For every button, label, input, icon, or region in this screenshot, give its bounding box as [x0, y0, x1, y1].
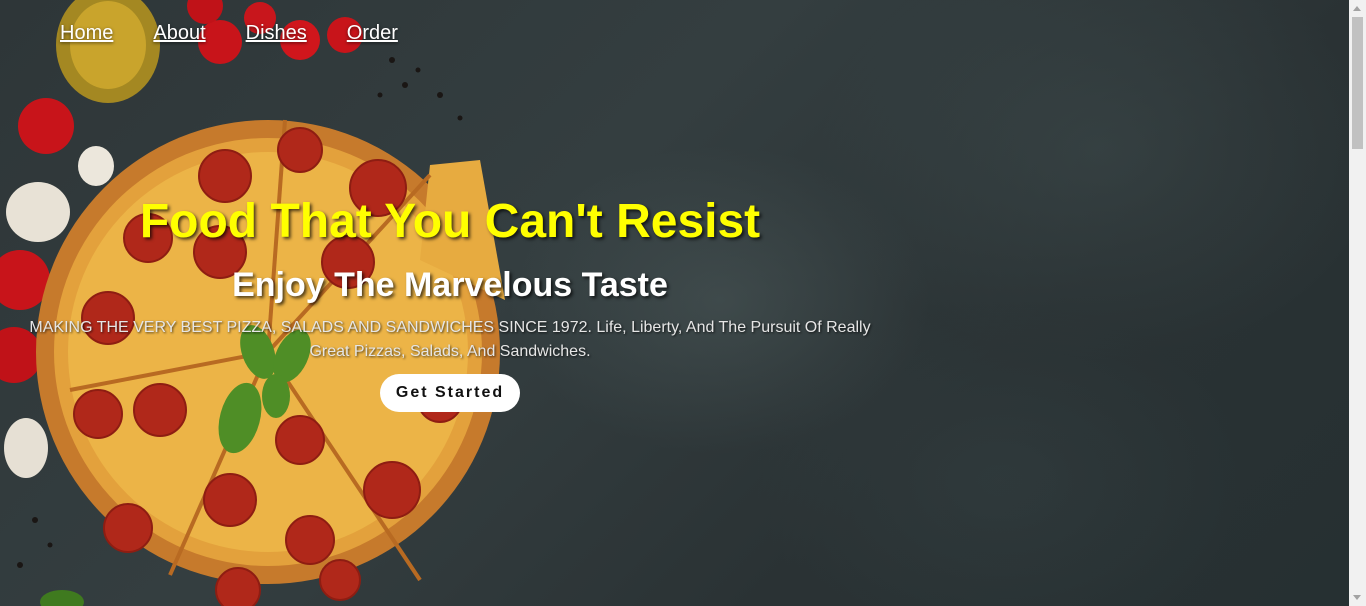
scroll-up-arrow-icon[interactable] — [1353, 6, 1361, 11]
scrollbar-thumb[interactable] — [1352, 17, 1363, 149]
page: Home About Dishes Order Food That You Ca… — [0, 0, 1366, 606]
nav-link-about[interactable]: About — [153, 22, 205, 45]
nav-link-order[interactable]: Order — [347, 22, 398, 45]
nav-link-dishes[interactable]: Dishes — [246, 22, 307, 45]
hero-headline: Food That You Can't Resist — [139, 195, 761, 248]
hero-section: Food That You Can't Resist Enjoy The Mar… — [0, 192, 900, 412]
nav-link-home[interactable]: Home — [60, 22, 113, 45]
main-nav: Home About Dishes Order — [60, 22, 398, 45]
get-started-button[interactable]: Get Started — [379, 374, 521, 412]
hero-subheadline: Enjoy The Marvelous Taste — [232, 266, 668, 304]
hero-tagline: MAKING THE VERY BEST PIZZA, SALADS AND S… — [29, 319, 871, 360]
page-scrollbar[interactable] — [1349, 0, 1366, 606]
scroll-down-arrow-icon[interactable] — [1353, 595, 1361, 600]
